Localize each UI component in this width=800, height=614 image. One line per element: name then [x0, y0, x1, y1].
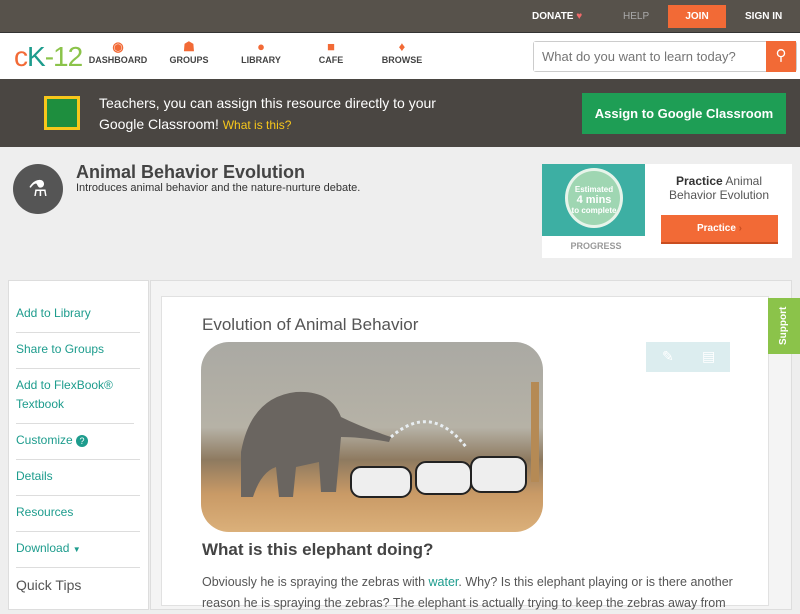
- practice-card: Estimated 4 mins to complete PROGRESS Prac…: [542, 164, 792, 258]
- section-heading: Evolution of Animal Behavior: [202, 315, 419, 334]
- practice-button-label: Practice: [696, 223, 736, 234]
- search-icon: ⚲: [775, 47, 787, 64]
- page-title: Animal Behavior Evolution: [76, 162, 306, 182]
- support-tab[interactable]: Support: [768, 298, 800, 354]
- nav-library[interactable]: ● LIBRARY: [226, 39, 296, 65]
- estimate-badge: Estimated 4 mins to complete: [565, 168, 623, 228]
- nav-label: LIBRARY: [241, 55, 281, 65]
- body-paragraph: Obviously he is spraying the zebras with…: [202, 572, 742, 614]
- cafe-icon: ■: [327, 39, 335, 54]
- sidebar-item-add-to-library[interactable]: Add to Library: [16, 304, 140, 333]
- nav-groups[interactable]: ☗ GROUPS: [154, 39, 224, 65]
- nav-label: CAFE: [318, 55, 344, 65]
- nav-cafe[interactable]: ■ CAFE: [296, 39, 366, 65]
- sidebar-item-download[interactable]: Download ▼: [16, 539, 140, 568]
- estimated-mins: 4 mins: [576, 194, 612, 206]
- nav-label: GROUPS: [169, 55, 209, 65]
- help-icon[interactable]: ?: [76, 435, 89, 447]
- sidebar-item-share-to-groups[interactable]: Share to Groups: [16, 340, 140, 369]
- nav-label: DASHBOARD: [88, 55, 148, 65]
- nav-dashboard[interactable]: ◉ DASHBOARD: [83, 39, 153, 65]
- donate-link[interactable]: DONATE ♥: [532, 11, 582, 22]
- water-link[interactable]: water: [429, 575, 459, 589]
- groups-icon: ☗: [183, 39, 195, 54]
- search-box: ⚲: [533, 41, 797, 72]
- content-tools: ✎ ▤: [646, 342, 730, 372]
- main-nav: cK-12 ◉ DASHBOARD ☗ GROUPS ● LIBRARY ■ CAFE …: [0, 33, 800, 79]
- sidebar-item-customize[interactable]: Customize ?: [16, 431, 140, 460]
- top-bar: DONATE ♥ HELP JOIN SIGN IN: [0, 0, 800, 33]
- page-subtitle: Introduces animal behavior and the natur…: [76, 182, 361, 194]
- para-text: Obviously he is spraying the zebras with: [202, 575, 429, 589]
- assign-google-classroom-button[interactable]: Assign to Google Classroom: [582, 93, 786, 134]
- sidebar-item-details[interactable]: Details: [16, 467, 140, 496]
- library-icon: ●: [257, 39, 265, 54]
- download-label: Download: [16, 541, 70, 555]
- heart-icon: ♥: [576, 11, 583, 22]
- help-link[interactable]: HELP: [623, 11, 649, 22]
- what-is-this-link[interactable]: What is this?: [223, 118, 292, 132]
- caret-down-icon: ▼: [72, 545, 81, 554]
- dashboard-icon: ◉: [112, 39, 124, 54]
- complete-label: to complete: [571, 206, 617, 215]
- sign-in-link[interactable]: SIGN IN: [745, 11, 782, 22]
- chevron-right-icon: ›: [738, 223, 743, 234]
- microscope-icon: ⚗: [13, 164, 63, 214]
- search-button[interactable]: ⚲: [766, 41, 796, 72]
- quick-tips-heading: Quick Tips: [16, 577, 82, 593]
- nav-label: BROWSE: [381, 55, 423, 65]
- pencil-icon[interactable]: ✎: [662, 348, 674, 365]
- customize-label: Customize: [16, 433, 73, 447]
- elephant-zebras-illustration: [241, 382, 539, 498]
- search-input[interactable]: [534, 42, 766, 71]
- join-button[interactable]: JOIN: [668, 5, 726, 28]
- practice-title-bold: Practice: [675, 174, 723, 188]
- banner-text: Teachers, you can assign this resource d…: [99, 93, 439, 136]
- notes-icon[interactable]: ▤: [702, 348, 715, 365]
- estimated-label: Estimated: [574, 185, 614, 194]
- question-heading: What is this elephant doing?: [202, 540, 434, 559]
- donate-label: DONATE: [532, 11, 574, 22]
- sidebar-item-add-to-flexbook[interactable]: Add to FlexBook® Textbook: [16, 376, 134, 424]
- practice-image: Estimated 4 mins to complete: [542, 164, 645, 236]
- progress-label: PROGRESS: [570, 241, 622, 251]
- google-classroom-icon: [44, 96, 80, 130]
- ck12-logo[interactable]: cK-12: [14, 41, 83, 73]
- elephant-zebras-image: [201, 342, 543, 532]
- browse-icon: ♦: [398, 39, 406, 54]
- nav-browse[interactable]: ♦ BROWSE: [367, 39, 437, 65]
- practice-button[interactable]: Practice ›: [661, 215, 778, 244]
- practice-title: Practice Animal Behavior Evolution: [654, 174, 784, 202]
- sidebar-item-resources[interactable]: Resources: [16, 503, 140, 532]
